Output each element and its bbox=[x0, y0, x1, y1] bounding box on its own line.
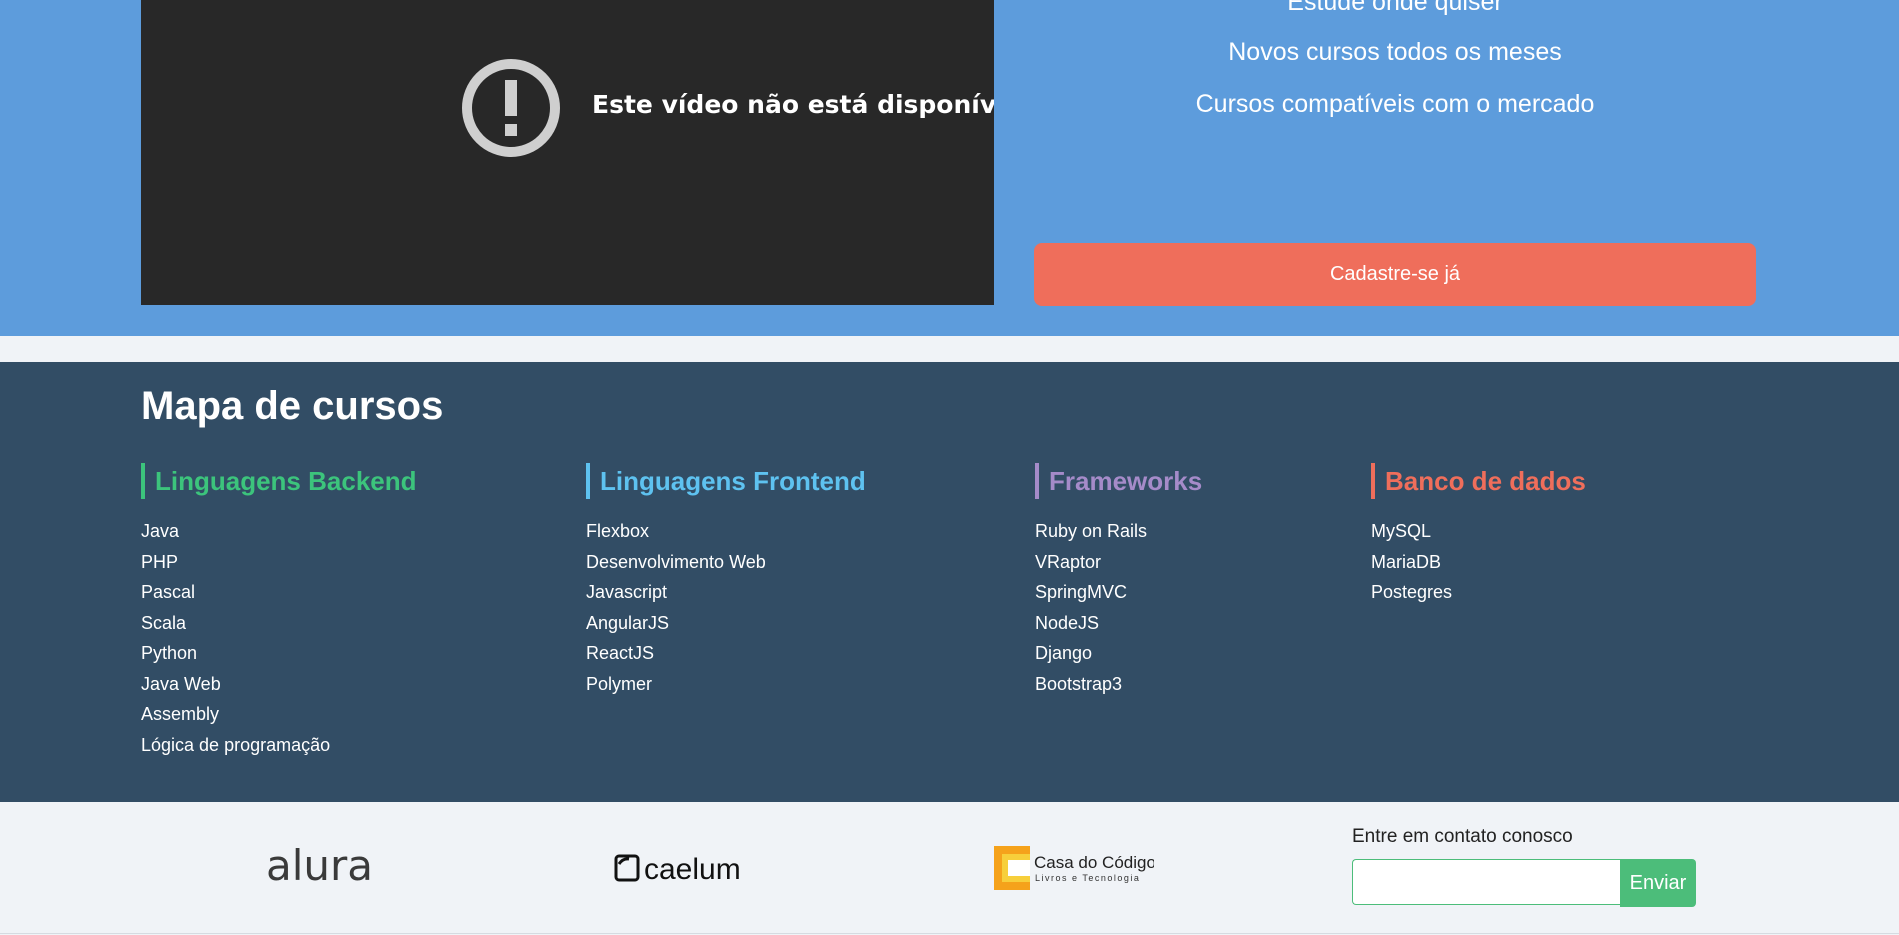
column-heading: Frameworks bbox=[1035, 463, 1202, 499]
course-link[interactable]: AngularJS bbox=[586, 608, 866, 639]
alert-icon bbox=[462, 59, 560, 157]
svg-text:Livros e Tecnologia: Livros e Tecnologia bbox=[1035, 873, 1140, 883]
signup-button[interactable]: Cadastre-se já bbox=[1034, 243, 1756, 306]
course-link[interactable]: MariaDB bbox=[1371, 547, 1586, 578]
contact-email-input[interactable] bbox=[1352, 859, 1620, 905]
course-map-title: Mapa de cursos bbox=[141, 384, 444, 428]
course-link[interactable]: Pascal bbox=[141, 577, 417, 608]
course-link[interactable]: NodeJS bbox=[1035, 608, 1202, 639]
course-link[interactable]: Java bbox=[141, 516, 417, 547]
course-link[interactable]: MySQL bbox=[1371, 516, 1586, 547]
footer: alura caelum Casa do Código Livros e Tec… bbox=[0, 802, 1899, 934]
video-player[interactable]: Este vídeo não está disponível bbox=[141, 0, 994, 305]
course-link[interactable]: PHP bbox=[141, 547, 417, 578]
feature-item: Cursos compatíveis com o mercado bbox=[1195, 90, 1595, 118]
casa-do-codigo-logo[interactable]: Casa do Código Livros e Tecnologia bbox=[994, 844, 1154, 892]
caelum-logo[interactable]: caelum bbox=[614, 850, 754, 890]
course-link[interactable]: Polymer bbox=[586, 669, 866, 700]
course-link[interactable]: Desenvolvimento Web bbox=[586, 547, 866, 578]
send-button[interactable]: Enviar bbox=[1620, 859, 1696, 907]
course-link[interactable]: Java Web bbox=[141, 669, 417, 700]
svg-text:Casa do Código: Casa do Código bbox=[1034, 853, 1154, 872]
feature-item: Estude onde quiser bbox=[1287, 0, 1503, 16]
course-link[interactable]: Javascript bbox=[586, 577, 866, 608]
column-heading: Banco de dados bbox=[1371, 463, 1586, 499]
course-link[interactable]: SpringMVC bbox=[1035, 577, 1202, 608]
svg-text:alura: alura bbox=[266, 842, 372, 890]
course-link[interactable]: Python bbox=[141, 638, 417, 669]
course-column-backend: Linguagens Backend Java PHP Pascal Scala… bbox=[141, 463, 417, 760]
course-map-section: Mapa de cursos Linguagens Backend Java P… bbox=[0, 362, 1899, 802]
course-link[interactable]: Postegres bbox=[1371, 577, 1586, 608]
contact-label: Entre em contato conosco bbox=[1352, 826, 1573, 847]
course-link[interactable]: Assembly bbox=[141, 699, 417, 730]
course-column-databases: Banco de dados MySQL MariaDB Postegres bbox=[1371, 463, 1586, 608]
hero-section: Este vídeo não está disponível Estude on… bbox=[0, 0, 1899, 336]
course-link[interactable]: Lógica de programação bbox=[141, 730, 417, 761]
course-link[interactable]: VRaptor bbox=[1035, 547, 1202, 578]
course-link[interactable]: ReactJS bbox=[586, 638, 866, 669]
course-link[interactable]: Flexbox bbox=[586, 516, 866, 547]
video-unavailable-message: Este vídeo não está disponível bbox=[592, 90, 994, 119]
course-column-frontend: Linguagens Frontend Flexbox Desenvolvime… bbox=[586, 463, 866, 699]
alura-logo[interactable]: alura bbox=[262, 842, 372, 892]
column-heading: Linguagens Frontend bbox=[586, 463, 866, 499]
course-link[interactable]: Scala bbox=[141, 608, 417, 639]
course-link[interactable]: Bootstrap3 bbox=[1035, 669, 1202, 700]
course-column-frameworks: Frameworks Ruby on Rails VRaptor SpringM… bbox=[1035, 463, 1202, 699]
feature-item: Novos cursos todos os meses bbox=[1228, 38, 1562, 66]
svg-text:caelum: caelum bbox=[644, 853, 741, 886]
course-link[interactable]: Django bbox=[1035, 638, 1202, 669]
course-link[interactable]: Ruby on Rails bbox=[1035, 516, 1202, 547]
column-heading: Linguagens Backend bbox=[141, 463, 417, 499]
